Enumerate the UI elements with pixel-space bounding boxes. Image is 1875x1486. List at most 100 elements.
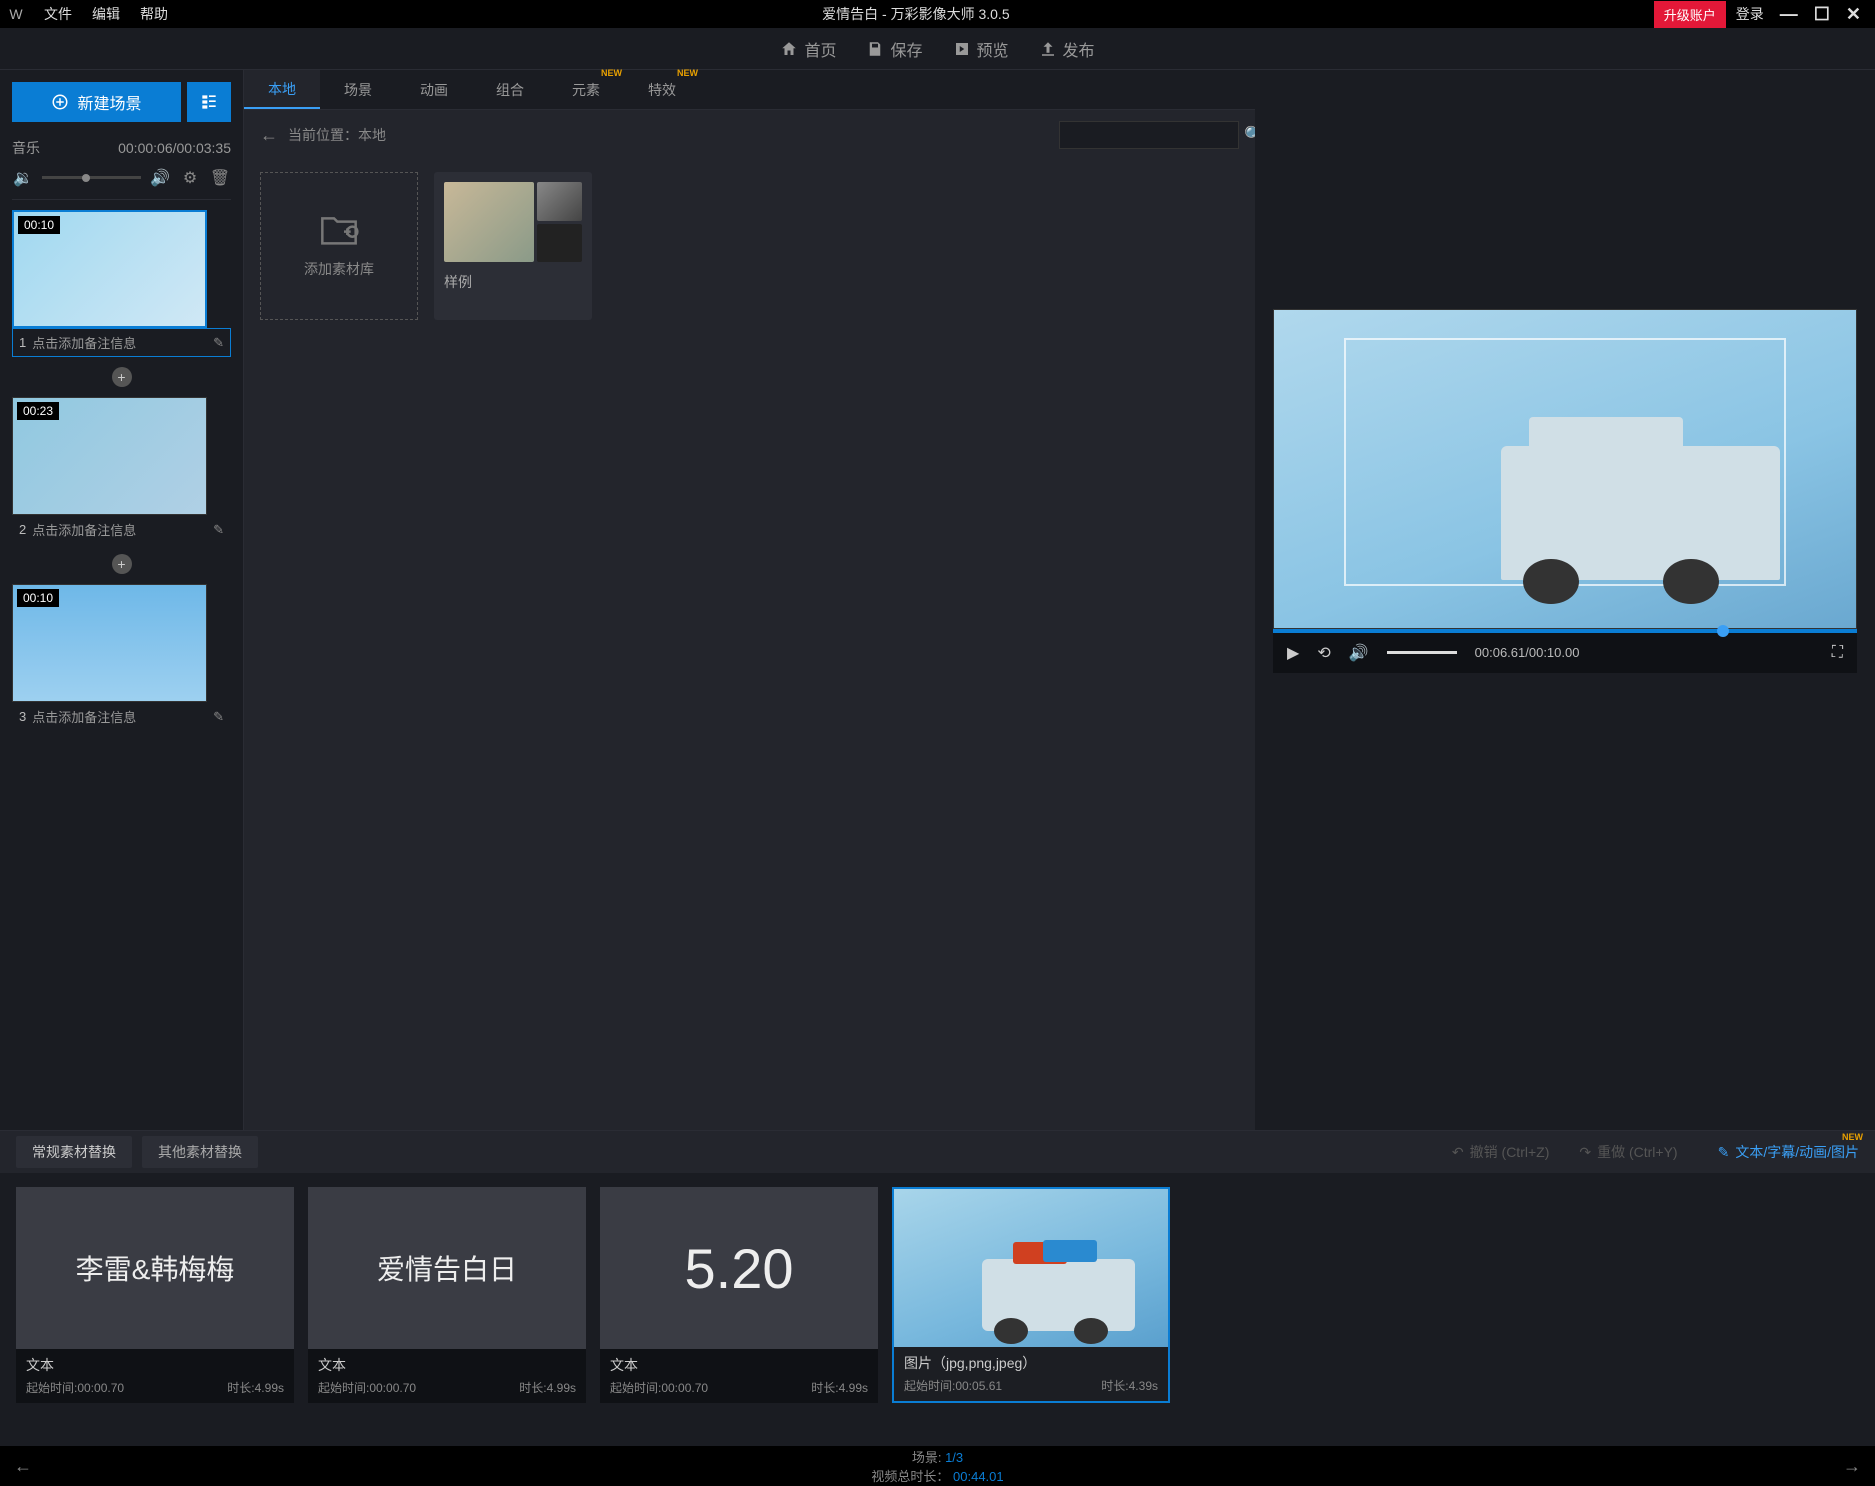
insert-scene-button[interactable]: + [112,554,132,574]
clip-duration: 时长:4.39s [1101,1377,1158,1394]
undo-button: ↶ 撤销 (Ctrl+Z) [1452,1142,1549,1162]
login-button[interactable]: 登录 [1736,4,1764,24]
template-icon [199,92,219,112]
tab-label: 动画 [420,80,448,100]
preview-label: 预览 [977,37,1009,61]
clip-preview: 李雷&韩梅梅 [16,1187,294,1349]
scene-duration-badge: 00:10 [18,216,60,234]
home-button[interactable]: 首页 [780,37,836,61]
tab-特效[interactable]: 特效NEW [624,70,700,109]
scene-caption-text[interactable]: 点击添加备注信息 [32,707,136,726]
tab-label: 特效 [648,80,676,100]
publish-label: 发布 [1063,37,1095,61]
timeline-clip-3[interactable]: 图片（jpg,png,jpeg） 起始时间:00:05.61 时长:4.39s [892,1187,1170,1403]
publish-button[interactable]: 发布 [1039,37,1095,61]
app-logo: W [6,4,26,24]
clip-preview [894,1189,1168,1347]
clip-preview: 爱情告白日 [308,1187,586,1349]
preview-progress-bar[interactable] [1273,629,1857,633]
tab-组合[interactable]: 组合 [472,70,548,109]
home-icon [780,40,798,58]
search-box[interactable]: 🔍 [1059,121,1239,149]
new-badge: NEW [601,68,622,78]
new-badge: NEW [677,68,698,78]
home-label: 首页 [804,37,836,61]
scene-thumbnail-1[interactable]: 00:10 [12,210,207,328]
volume-up-icon[interactable]: 🔊 [149,167,171,189]
next-scene-button[interactable]: → [1843,1456,1861,1477]
breadcrumb: 当前位置：本地 [288,125,1049,145]
back-arrow-icon[interactable]: ← [260,125,278,146]
tab-normal-replace[interactable]: 常规素材替换 [16,1136,132,1168]
tab-label: 组合 [496,80,524,100]
clip-preview: 5.20 [600,1187,878,1349]
scene-caption-text[interactable]: 点击添加备注信息 [32,520,136,539]
tab-本地[interactable]: 本地 [244,70,320,109]
minimize-button[interactable]: — [1772,4,1806,25]
maximize-button[interactable]: ☐ [1806,4,1838,25]
preview-time: 00:06.61/00:10.00 [1475,645,1580,660]
menu-help[interactable]: 帮助 [130,4,178,24]
volume-icon[interactable]: 🔊 [1349,643,1369,663]
prev-scene-button[interactable]: ← [14,1456,32,1477]
menu-file[interactable]: 文件 [34,4,82,24]
template-button[interactable] [187,82,231,122]
timeline-clip-1[interactable]: 爱情告白日文本起始时间:00:00.70时长:4.99s [308,1187,586,1403]
save-icon [866,40,884,58]
redo-button: ↷ 重做 (Ctrl+Y) [1579,1142,1677,1162]
insert-scene-button[interactable]: + [112,367,132,387]
tab-元素[interactable]: 元素NEW [548,70,624,109]
folder-plus-icon [319,213,359,247]
scene-edit-caption-button[interactable]: ✎ [213,709,224,725]
scene-thumbnail-3[interactable]: 00:10 [12,584,207,702]
preview-button[interactable]: 预览 [953,37,1009,61]
preview-viewport [1273,309,1857,629]
preview-icon [953,40,971,58]
tab-场景[interactable]: 场景 [320,70,396,109]
clip-duration: 时长:4.99s [811,1379,868,1396]
clip-type-label: 图片（jpg,png,jpeg） [904,1353,1158,1373]
scene-number: 1 [19,335,26,350]
scene-thumbnail-2[interactable]: 00:23 [12,397,207,515]
scene-edit-caption-button[interactable]: ✎ [213,522,224,538]
save-label: 保存 [890,37,922,61]
add-asset-library-button[interactable]: 添加素材库 [260,172,418,320]
preview-volume-slider[interactable] [1387,651,1457,654]
clip-start-time: 起始时间:00:05.61 [904,1377,1002,1394]
volume-down-icon[interactable]: 🔉 [12,167,34,189]
menu-edit[interactable]: 编辑 [82,4,130,24]
timeline-clip-2[interactable]: 5.20文本起始时间:00:00.70时长:4.99s [600,1187,878,1403]
asset-folder-sample[interactable]: 样例 [434,172,592,320]
timeline-clip-0[interactable]: 李雷&韩梅梅文本起始时间:00:00.70时长:4.99s [16,1187,294,1403]
music-delete-button[interactable]: 🗑 [209,167,231,189]
upload-icon [1039,40,1057,58]
clip-duration: 时长:4.99s [227,1379,284,1396]
clip-duration: 时长:4.99s [519,1379,576,1396]
play-button[interactable]: ▶ [1287,643,1299,663]
loop-button[interactable]: ⟲ [1317,643,1330,663]
new-scene-label: 新建场景 [77,90,141,114]
plus-circle-icon [51,93,69,111]
scene-number: 2 [19,522,26,537]
upgrade-account-button[interactable]: 升级账户 [1654,1,1726,28]
scene-edit-caption-button[interactable]: ✎ [213,335,224,351]
asset-folder-label: 样例 [444,272,582,292]
text-subtitle-link[interactable]: ✎ 文本/字幕/动画/图片 NEW [1718,1142,1859,1162]
scene-duration-badge: 00:10 [17,589,59,607]
music-settings-button[interactable]: ⚙ [179,167,201,189]
tab-动画[interactable]: 动画 [396,70,472,109]
tab-label: 本地 [268,79,296,99]
tab-label: 元素 [572,80,600,100]
search-input[interactable] [1068,128,1244,143]
new-scene-button[interactable]: 新建场景 [12,82,181,122]
close-button[interactable]: ✕ [1838,4,1869,25]
footer-info: 场景: 1/3 视频总时长： 00:44.01 [871,1447,1003,1485]
scene-caption-text[interactable]: 点击添加备注信息 [32,333,136,352]
music-volume-slider[interactable] [42,176,141,179]
clip-start-time: 起始时间:00:00.70 [26,1379,124,1396]
save-button[interactable]: 保存 [866,37,922,61]
new-badge: NEW [1842,1132,1863,1142]
tab-other-replace[interactable]: 其他素材替换 [142,1136,258,1168]
fullscreen-button[interactable]: ⛶ [1832,644,1843,662]
asset-thumbnails [444,182,582,262]
